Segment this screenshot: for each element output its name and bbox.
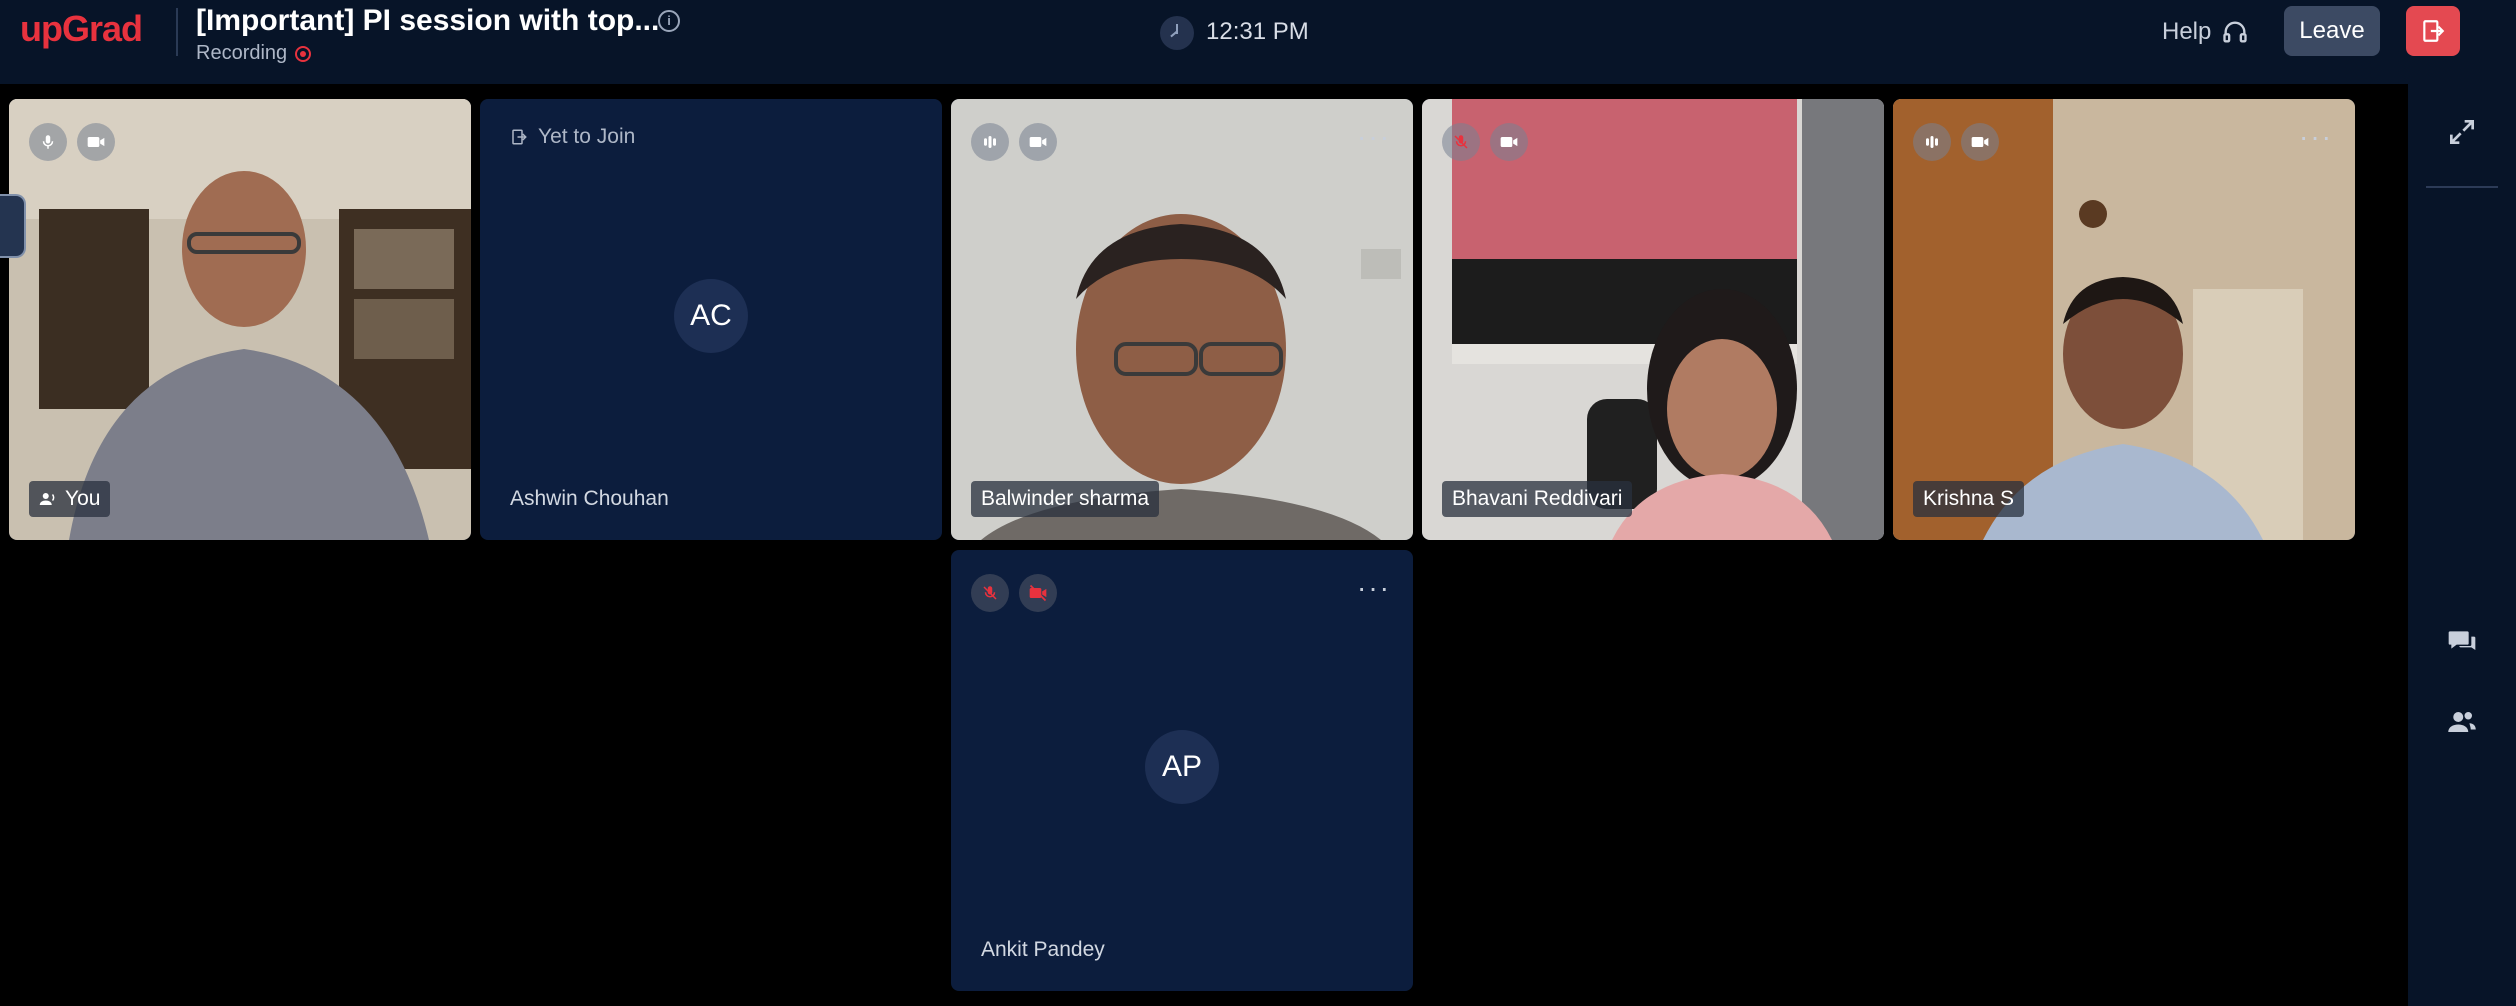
more-icon[interactable]: ··· xyxy=(1357,572,1391,604)
leave-button[interactable]: Leave xyxy=(2284,6,2380,56)
mic-muted-icon[interactable] xyxy=(971,574,1009,612)
mic-muted-icon[interactable] xyxy=(1442,123,1480,161)
avatar: AP xyxy=(1145,730,1219,804)
camera-icon[interactable] xyxy=(1019,123,1057,161)
join-icon xyxy=(512,129,527,145)
camera-off-icon[interactable] xyxy=(1019,574,1057,612)
audio-level-icon[interactable] xyxy=(1913,123,1951,161)
session-time: 12:31 PM xyxy=(1206,18,1309,45)
help-button[interactable]: Help xyxy=(2162,18,2249,46)
participant-name: You xyxy=(29,481,111,517)
participant-name: Bhavani Reddivari xyxy=(1442,481,1633,517)
participant-name: Balwinder sharma xyxy=(971,481,1160,517)
video-feed xyxy=(1422,99,1884,540)
recording-label: Recording xyxy=(196,42,288,64)
mic-icon[interactable] xyxy=(29,123,67,161)
session-title: [Important] PI session with top... xyxy=(196,4,660,37)
participant-name: Ashwin Chouhan xyxy=(510,487,669,510)
top-bar: upGrad [Important] PI session with top..… xyxy=(0,0,2516,84)
exit-button[interactable] xyxy=(2406,6,2460,56)
join-status: Yet to Join xyxy=(510,125,635,149)
more-icon[interactable]: ··· xyxy=(1357,121,1391,153)
right-sidebar xyxy=(2408,84,2516,1006)
headphones-icon xyxy=(2223,21,2248,43)
info-icon[interactable]: i xyxy=(658,10,680,32)
recording-status: Recording xyxy=(196,42,312,65)
side-panel-handle[interactable] xyxy=(0,194,26,258)
help-label: Help xyxy=(2162,18,2212,45)
more-icon[interactable]: ··· xyxy=(2299,121,2333,153)
sidebar-divider xyxy=(2426,186,2498,188)
divider xyxy=(176,8,178,56)
camera-icon[interactable] xyxy=(1961,123,1999,161)
record-icon xyxy=(295,45,312,62)
speaker-person-icon xyxy=(39,493,55,505)
participant-tile[interactable]: ··· AP Ankit Pandey xyxy=(951,550,1413,991)
video-feed xyxy=(1893,99,2355,540)
participants-icon[interactable] xyxy=(2442,702,2482,742)
participant-tile[interactable]: Yet to Join AC Ashwin Chouhan xyxy=(480,99,942,540)
audio-level-icon[interactable] xyxy=(971,123,1009,161)
participant-name: Ankit Pandey xyxy=(981,938,1105,961)
participant-tile[interactable]: You xyxy=(9,99,471,540)
participant-tile[interactable]: ··· Balwinder sharma xyxy=(951,99,1413,540)
participant-tile[interactable]: Bhavani Reddivari xyxy=(1422,99,1884,540)
video-feed xyxy=(951,99,1413,540)
avatar: AC xyxy=(674,279,748,353)
participant-name: Krishna S xyxy=(1913,481,2025,517)
expand-icon[interactable] xyxy=(2442,112,2482,152)
exit-icon xyxy=(2423,20,2445,42)
participant-tile[interactable]: ··· Krishna S xyxy=(1893,99,2355,540)
tile-controls xyxy=(971,123,1057,161)
upgrad-logo: upGrad xyxy=(20,8,143,49)
tile-controls xyxy=(29,123,115,161)
video-feed xyxy=(9,99,471,540)
tile-controls xyxy=(1913,123,1999,161)
camera-icon[interactable] xyxy=(77,123,115,161)
tile-controls xyxy=(1442,123,1528,161)
clock-icon xyxy=(1160,16,1194,50)
tile-controls xyxy=(971,574,1057,612)
chat-icon[interactable] xyxy=(2442,622,2482,662)
camera-icon[interactable] xyxy=(1490,123,1528,161)
